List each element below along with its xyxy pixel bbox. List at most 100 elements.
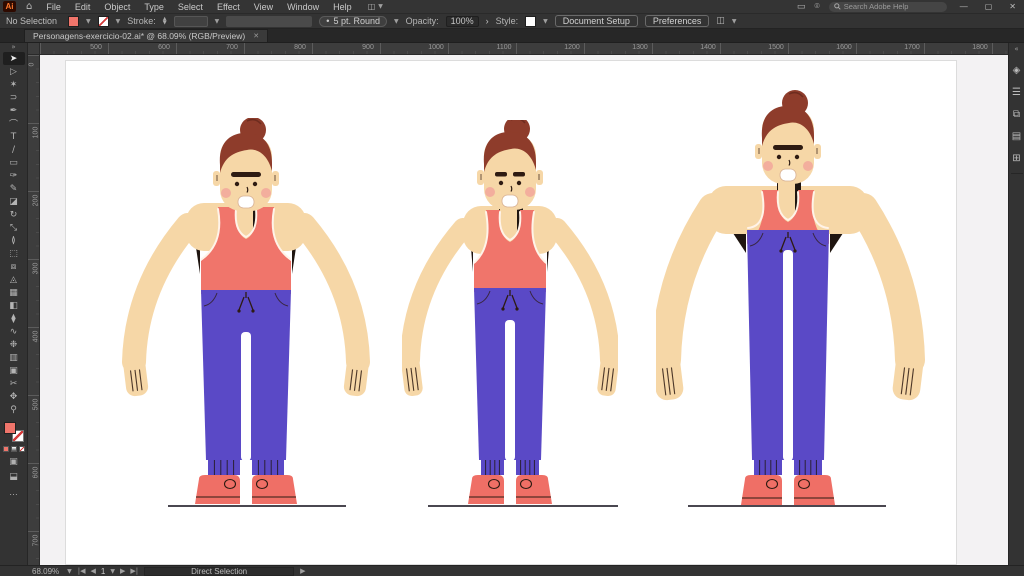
shape-builder-tool[interactable]: ⧈: [3, 260, 25, 273]
variable-width-profile-dropdown[interactable]: [226, 16, 312, 27]
type-tool[interactable]: T: [3, 130, 25, 143]
menu-window[interactable]: Window: [287, 2, 319, 12]
chevron-down-icon[interactable]: ▼: [215, 18, 220, 25]
character-slim[interactable]: [402, 120, 618, 508]
lasso-tool[interactable]: ⊃: [3, 91, 25, 104]
home-icon[interactable]: ⌂: [26, 1, 32, 12]
preferences-button[interactable]: Preferences: [645, 15, 710, 27]
scale-tool[interactable]: ⤡: [3, 221, 25, 234]
opacity-options-arrow[interactable]: ›: [486, 16, 489, 26]
width-tool[interactable]: ≬: [3, 234, 25, 247]
none-button[interactable]: [19, 446, 25, 452]
panel-options-icon[interactable]: ◫: [716, 16, 725, 26]
menu-edit[interactable]: Edit: [75, 2, 91, 12]
line-segment-tool[interactable]: ∕: [3, 143, 25, 156]
document-tab[interactable]: Personagens-exercicio-02.ai* @ 68.09% (R…: [24, 29, 268, 42]
direct-selection-tool[interactable]: ▷: [3, 65, 25, 78]
paintbrush-tool[interactable]: ✑: [3, 169, 25, 182]
ground-line[interactable]: [428, 505, 618, 507]
minimize-button[interactable]: —: [956, 2, 972, 11]
artboards-panel[interactable]: ⧉: [1010, 103, 1024, 125]
menu-type[interactable]: Type: [144, 2, 164, 12]
edit-toolbar-button[interactable]: …: [9, 487, 18, 497]
rectangle-tool[interactable]: ▭: [3, 156, 25, 169]
previous-artboard-icon[interactable]: ◀: [91, 567, 96, 575]
dock-expand-icon[interactable]: «: [1014, 45, 1018, 53]
chevron-down-icon[interactable]: ▼: [110, 568, 115, 575]
character-bulky[interactable]: [110, 118, 372, 510]
gradient-tool[interactable]: ◧: [3, 299, 25, 312]
document-setup-button[interactable]: Document Setup: [555, 15, 638, 27]
menu-help[interactable]: Help: [333, 2, 352, 12]
stroke-width-stepper[interactable]: ▲▼: [163, 17, 167, 25]
status-options-arrow[interactable]: ▶: [300, 567, 305, 575]
mesh-tool[interactable]: ▦: [3, 286, 25, 299]
menu-effect[interactable]: Effect: [217, 2, 240, 12]
chevron-down-icon[interactable]: ▼: [116, 18, 121, 25]
blend-tool[interactable]: ∿: [3, 325, 25, 338]
app-icon[interactable]: Ai: [3, 1, 16, 12]
menu-view[interactable]: View: [254, 2, 273, 12]
pencil-tool[interactable]: ✎: [3, 182, 25, 195]
drawing-modes-button[interactable]: ▣: [9, 457, 18, 467]
close-button[interactable]: ✕: [1005, 2, 1020, 11]
eyedropper-tool[interactable]: ⧫: [3, 312, 25, 325]
column-graph-tool[interactable]: ▥: [3, 351, 25, 364]
selection-tool[interactable]: ➤: [3, 52, 25, 65]
curvature-tool[interactable]: ⌒: [3, 117, 25, 130]
first-artboard-icon[interactable]: |◀: [78, 567, 86, 575]
color-button[interactable]: [3, 446, 9, 452]
fill-stroke-indicator[interactable]: [4, 422, 24, 442]
opacity-field[interactable]: 100%: [446, 16, 479, 27]
menu-select[interactable]: Select: [178, 2, 203, 12]
close-tab-icon[interactable]: ✕: [253, 32, 259, 40]
menu-object[interactable]: Object: [104, 2, 130, 12]
search-input[interactable]: Search Adobe Help: [829, 2, 947, 12]
perspective-grid-tool[interactable]: ◬: [3, 273, 25, 286]
next-artboard-icon[interactable]: ▶: [120, 567, 125, 575]
chevron-down-icon[interactable]: ▼: [86, 18, 91, 25]
symbol-sprayer-tool[interactable]: ❉: [3, 338, 25, 351]
free-transform-tool[interactable]: ⬚: [3, 247, 25, 260]
share-icon[interactable]: ⌾: [814, 2, 819, 12]
fill-color-swatch[interactable]: [68, 16, 79, 27]
vertical-ruler[interactable]: 0100200300400500600700: [28, 55, 40, 565]
menu-file[interactable]: File: [46, 2, 61, 12]
chevron-down-icon[interactable]: ▼: [543, 18, 548, 25]
stroke-color-swatch[interactable]: [98, 16, 109, 27]
slice-tool[interactable]: ✂: [3, 377, 25, 390]
character-tall-bulky[interactable]: [656, 88, 936, 508]
rotate-tool[interactable]: ↻: [3, 208, 25, 221]
canvas[interactable]: [40, 55, 1008, 565]
arrange-windows-icon[interactable]: ▭: [797, 2, 806, 12]
zoom-control[interactable]: 68.09% ▼: [32, 567, 72, 576]
eraser-tool[interactable]: ◪: [3, 195, 25, 208]
graphic-style-swatch[interactable]: [525, 16, 536, 27]
asset-export-panel[interactable]: ▤: [1010, 125, 1024, 147]
zoom-tool[interactable]: ⚲: [3, 403, 25, 416]
libraries-panel[interactable]: ⊞: [1010, 147, 1024, 169]
artboard-number[interactable]: 1: [101, 567, 105, 576]
fill-indicator[interactable]: [4, 422, 16, 434]
stroke-width-field[interactable]: [174, 16, 208, 27]
layers-panel[interactable]: ◈: [1010, 59, 1024, 81]
properties-panel[interactable]: ☰: [1010, 81, 1024, 103]
chevron-down-icon[interactable]: ▼: [732, 18, 737, 25]
magic-wand-tool[interactable]: ✶: [3, 78, 25, 91]
ground-line[interactable]: [168, 505, 346, 507]
ground-line[interactable]: [688, 505, 886, 507]
toolbar-collapse-icon[interactable]: »: [11, 43, 15, 52]
pen-tool[interactable]: ✒: [3, 104, 25, 117]
current-tool-readout[interactable]: Direct Selection: [144, 567, 294, 576]
chevron-down-icon[interactable]: ▼: [394, 18, 399, 25]
arrange-documents-icon[interactable]: ◫ ▼: [368, 2, 383, 11]
hand-tool[interactable]: ✥: [3, 390, 25, 403]
last-artboard-icon[interactable]: ▶|: [130, 567, 138, 575]
brush-definition-dropdown[interactable]: • 5 pt. Round: [319, 16, 387, 27]
restore-button[interactable]: ▢: [981, 2, 997, 11]
artboard-tool[interactable]: ▣: [3, 364, 25, 377]
ruler-origin-corner[interactable]: [28, 43, 40, 55]
screen-mode-button[interactable]: ⬓: [9, 472, 18, 482]
horizontal-ruler[interactable]: 5006007008009001000110012001300140015001…: [40, 43, 1008, 55]
gradient-button[interactable]: [11, 446, 17, 452]
